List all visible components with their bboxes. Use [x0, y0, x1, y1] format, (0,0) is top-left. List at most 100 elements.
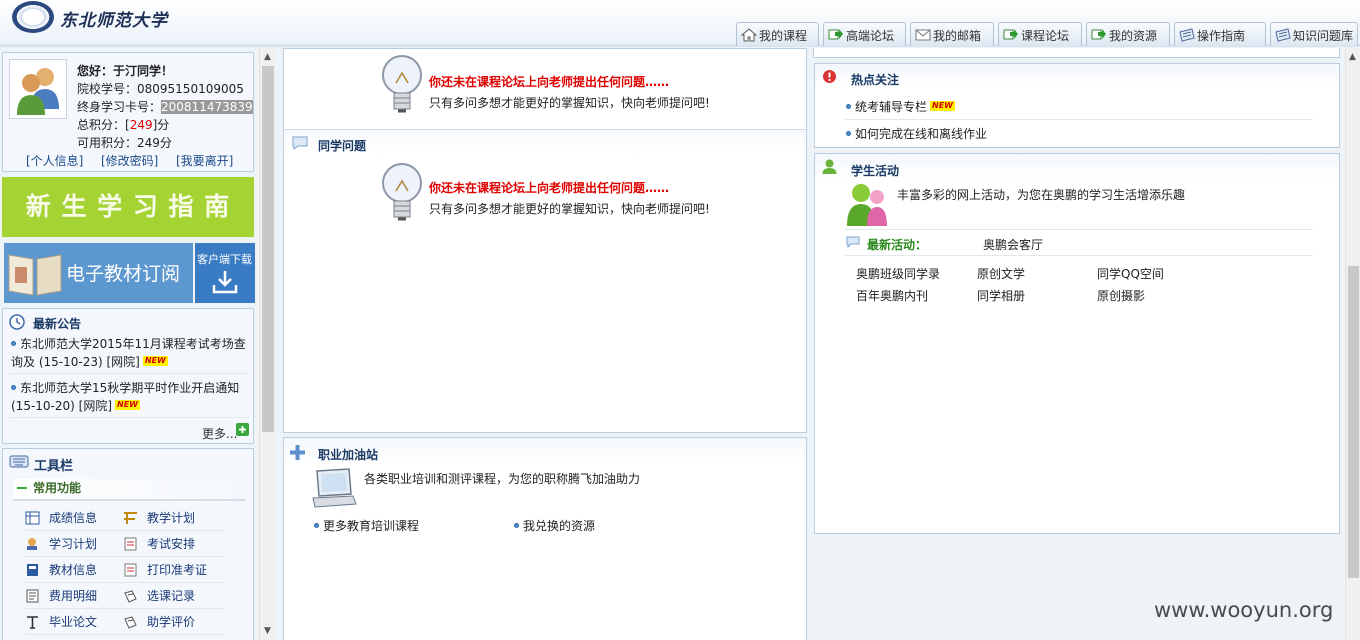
tab-my-resources[interactable]: 我的资源	[1086, 22, 1170, 46]
announcement-line: 询及 (15-10-23) [网院]	[11, 355, 140, 369]
tab-user-guide[interactable]: 操作指南	[1174, 22, 1266, 46]
student-activities-title: 学生活动	[851, 164, 900, 178]
bullet-icon	[11, 341, 16, 346]
scroll-thumb[interactable]	[1348, 266, 1359, 578]
forum-arrow-icon	[1003, 29, 1018, 40]
activity-link-magazine[interactable]: 百年奥鹏内刊	[856, 287, 928, 304]
school-id-text: 院校学号：08095150109005	[77, 82, 244, 96]
record-icon	[124, 590, 137, 603]
tool-label: 选课记录	[147, 589, 196, 603]
tool-label: 学习计划	[49, 537, 98, 551]
no-question-warning: 你还未在课程论坛上向老师提出任何问题……	[429, 75, 670, 89]
evaluation-icon	[124, 616, 137, 629]
activity-link-class-roster[interactable]: 奥鹏班级同学录	[856, 265, 940, 282]
tab-label: 高端论坛	[846, 29, 895, 43]
alert-icon	[823, 70, 836, 83]
hot-topics-title: 热点关注	[851, 73, 900, 87]
tool-label: 助学评价	[147, 615, 196, 629]
tab-label: 课程论坛	[1021, 29, 1070, 43]
new-badge: NEW	[930, 101, 955, 111]
ask-teacher-hint: 只有多问多想才能更好的掌握知识，快向老师提问吧!	[429, 96, 710, 110]
tool-teaching-plan[interactable]: 教学计划	[123, 508, 195, 528]
plan-icon	[124, 512, 137, 524]
announcement-item[interactable]: 东北师范大学15秋学期平时作业开启通知 (15-10-20) [网院] NEW	[11, 379, 253, 415]
personal-info-link[interactable]: [个人信息]	[26, 152, 83, 169]
student-activities-panel: 学生活动 丰富多彩的网上活动，为您在奥鹏的学习生活增添乐趣 最新活动： 奥鹏会客…	[814, 153, 1340, 534]
tab-knowledge-base[interactable]: 知识问题库	[1270, 22, 1358, 46]
scroll-thumb[interactable]	[262, 66, 274, 432]
announcement-item[interactable]: 东北师范大学2015年11月课程考试考场查 询及 (15-10-23) [网院]…	[11, 335, 253, 371]
tool-study-plan[interactable]: 学习计划	[25, 534, 97, 554]
scroll-up-icon[interactable]: ▲	[264, 52, 271, 62]
more-announcements-link[interactable]: 更多...	[202, 425, 237, 442]
announcements-panel: 最新公告 东北师范大学2015年11月课程考试考场查 询及 (15-10-23)…	[2, 308, 254, 444]
tab-forum[interactable]: 高端论坛	[823, 22, 906, 46]
tool-fee-details[interactable]: 费用明细	[25, 586, 97, 606]
mail-icon	[915, 29, 931, 41]
bullet-icon	[846, 131, 851, 136]
tool-textbook-info[interactable]: 教材信息	[25, 560, 97, 580]
peer-no-question-warning: 你还未在课程论坛上向老师提出任何问题……	[429, 181, 670, 195]
tool-evaluation[interactable]: 助学评价	[123, 612, 195, 632]
latest-activity-label: 最新活动：	[867, 238, 928, 252]
divider	[25, 608, 225, 609]
home-icon	[741, 28, 757, 42]
left-scrollbar[interactable]: ▲ ▼	[259, 48, 276, 640]
latest-activity-link[interactable]: 奥鹏会客厅	[983, 236, 1043, 253]
tool-course-records[interactable]: 选课记录	[123, 586, 195, 606]
tool-label: 考试安排	[147, 537, 196, 551]
link-label: 更多教育培训课程	[323, 519, 420, 533]
scroll-up-icon[interactable]: ▲	[1349, 52, 1356, 62]
people-icon	[847, 184, 887, 226]
new-badge: NEW	[142, 356, 168, 366]
activity-link-original-literature[interactable]: 原创文学	[977, 265, 1025, 282]
divider	[25, 530, 225, 531]
homework-guide-link[interactable]: 如何完成在线和离线作业	[846, 125, 987, 142]
exam-tutoring-link[interactable]: 统考辅导专栏 NEW	[846, 98, 955, 115]
divider	[25, 582, 225, 583]
learning-card-row: 终身学习卡号：200811473839	[77, 98, 253, 115]
client-download-label: 客户端下载	[197, 253, 252, 266]
redeemed-resources-link[interactable]: 我兑换的资源	[514, 517, 595, 534]
header-bar: 东北师范大学 我的课程 高端论坛 我的邮箱 课程论坛 我的资源 操作指南 知识问…	[0, 0, 1360, 47]
tab-course-forum[interactable]: 课程论坛	[998, 22, 1082, 46]
scroll-down-icon[interactable]: ▼	[264, 626, 271, 636]
book-icon	[27, 564, 38, 576]
user-avatar-icon	[9, 59, 67, 119]
activity-link-photography[interactable]: 原创摄影	[1097, 287, 1145, 304]
greeting-text: 您好：于汀同学！	[77, 64, 174, 78]
tool-exam-schedule[interactable]: 考试安排	[123, 534, 195, 554]
activity-link-photo-album[interactable]: 同学相册	[977, 287, 1025, 304]
more-training-link[interactable]: 更多教育培训课程	[314, 517, 419, 534]
university-name: 东北师范大学	[60, 11, 168, 31]
user-icon	[822, 159, 837, 174]
leave-link[interactable]: [我要离开]	[176, 152, 233, 169]
right-scrollbar[interactable]: ▲	[1345, 48, 1360, 640]
divider	[9, 373, 249, 374]
resource-arrow-icon	[1091, 29, 1106, 40]
profile-panel: 您好：于汀同学！ 院校学号：08095150109005 终身学习卡号：2008…	[2, 52, 254, 172]
lightbulb-icon	[382, 55, 422, 113]
total-points-label: 总积分：[	[77, 118, 130, 132]
activities-description: 丰富多彩的网上活动，为您在奥鹏的学习生活增添乐趣	[897, 188, 1186, 202]
client-download-button[interactable]: 客户端下载	[195, 243, 255, 303]
career-station-title: 职业加油站	[318, 448, 379, 462]
tool-grades[interactable]: 成绩信息	[25, 508, 97, 528]
total-points-row: 总积分：[249]分	[77, 116, 169, 133]
textbook-subscription-banner[interactable]: 电子教材订阅	[4, 243, 193, 303]
tab-my-mailbox[interactable]: 我的邮箱	[910, 22, 994, 46]
tab-my-courses[interactable]: 我的课程	[736, 22, 819, 46]
forum-arrow-icon	[828, 29, 843, 40]
freshman-guide-banner[interactable]: 新 生 学 习 指 南	[2, 177, 254, 237]
activity-link-qq-space[interactable]: 同学QQ空间	[1097, 265, 1164, 282]
tool-graduation-thesis[interactable]: 毕业论文	[25, 612, 97, 632]
bullet-icon	[11, 385, 16, 390]
university-logo	[12, 1, 54, 33]
divider	[845, 229, 1313, 230]
bullet-icon	[514, 523, 519, 528]
book-icon	[8, 254, 62, 296]
announcements-title: 最新公告	[33, 317, 82, 331]
tool-print-admission[interactable]: 打印准考证	[123, 560, 207, 580]
announcement-line: 东北师范大学2015年11月课程考试考场查	[20, 337, 246, 351]
change-password-link[interactable]: [修改密码]	[101, 152, 158, 169]
